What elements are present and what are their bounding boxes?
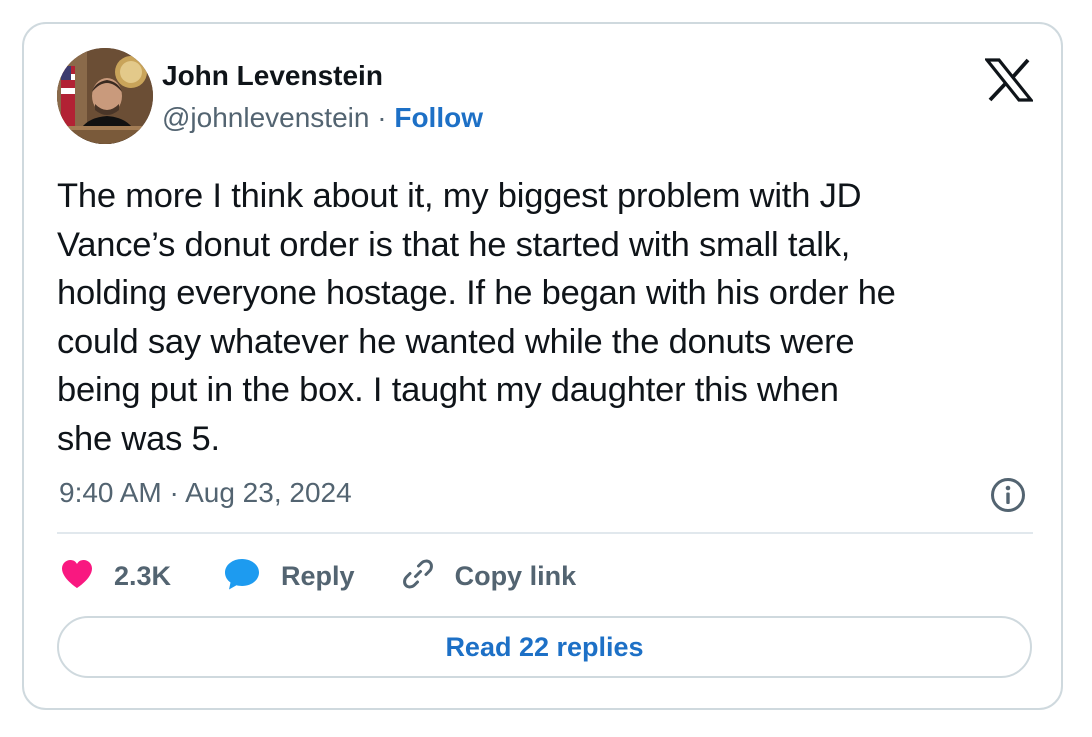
tweet-timestamp[interactable]: 9:40 AM · Aug 23, 2024 [59,477,352,509]
separator-dot: · [377,102,387,133]
read-replies-button[interactable]: Read 22 replies [57,616,1032,678]
x-logo-icon[interactable] [983,58,1035,102]
link-icon [401,557,435,596]
copy-link-button[interactable]: Copy link [401,557,577,596]
tweet-text-line: she was 5. [57,419,220,458]
tweet-text: The more I think about it, my biggest pr… [57,172,1042,463]
avatar-image [57,48,153,144]
author-name[interactable]: John Levenstein [162,60,383,92]
like-button[interactable]: 2.3K [60,558,171,595]
heart-icon [60,558,94,595]
reply-button[interactable]: Reply [223,557,355,596]
tweet-text-line: being put in the box. I taught my daught… [57,371,839,409]
tweet-card: John Levenstein @johnlevenstein · Follow… [22,22,1063,710]
tweet-text-line: could say whatever he wanted while the d… [57,322,855,361]
tweet-text-line: holding everyone hostage. If he began wi… [57,274,896,312]
tweet-text-line: The more I think about it, my biggest pr… [57,177,862,215]
speech-bubble-icon [223,557,261,596]
action-bar: 2.3K Reply Copy link [60,554,616,598]
copy-link-label: Copy link [454,560,577,591]
author-handle-row: @johnlevenstein · Follow [162,102,483,134]
author-handle[interactable]: @johnlevenstein [162,102,369,133]
tweet-text-line: Vance’s donut order is that he started w… [57,225,851,264]
divider [57,532,1033,534]
avatar[interactable] [57,48,153,144]
info-icon[interactable] [990,477,1026,513]
follow-button[interactable]: Follow [394,102,483,133]
reply-label: Reply [281,560,355,591]
like-count: 2.3K [114,560,172,591]
